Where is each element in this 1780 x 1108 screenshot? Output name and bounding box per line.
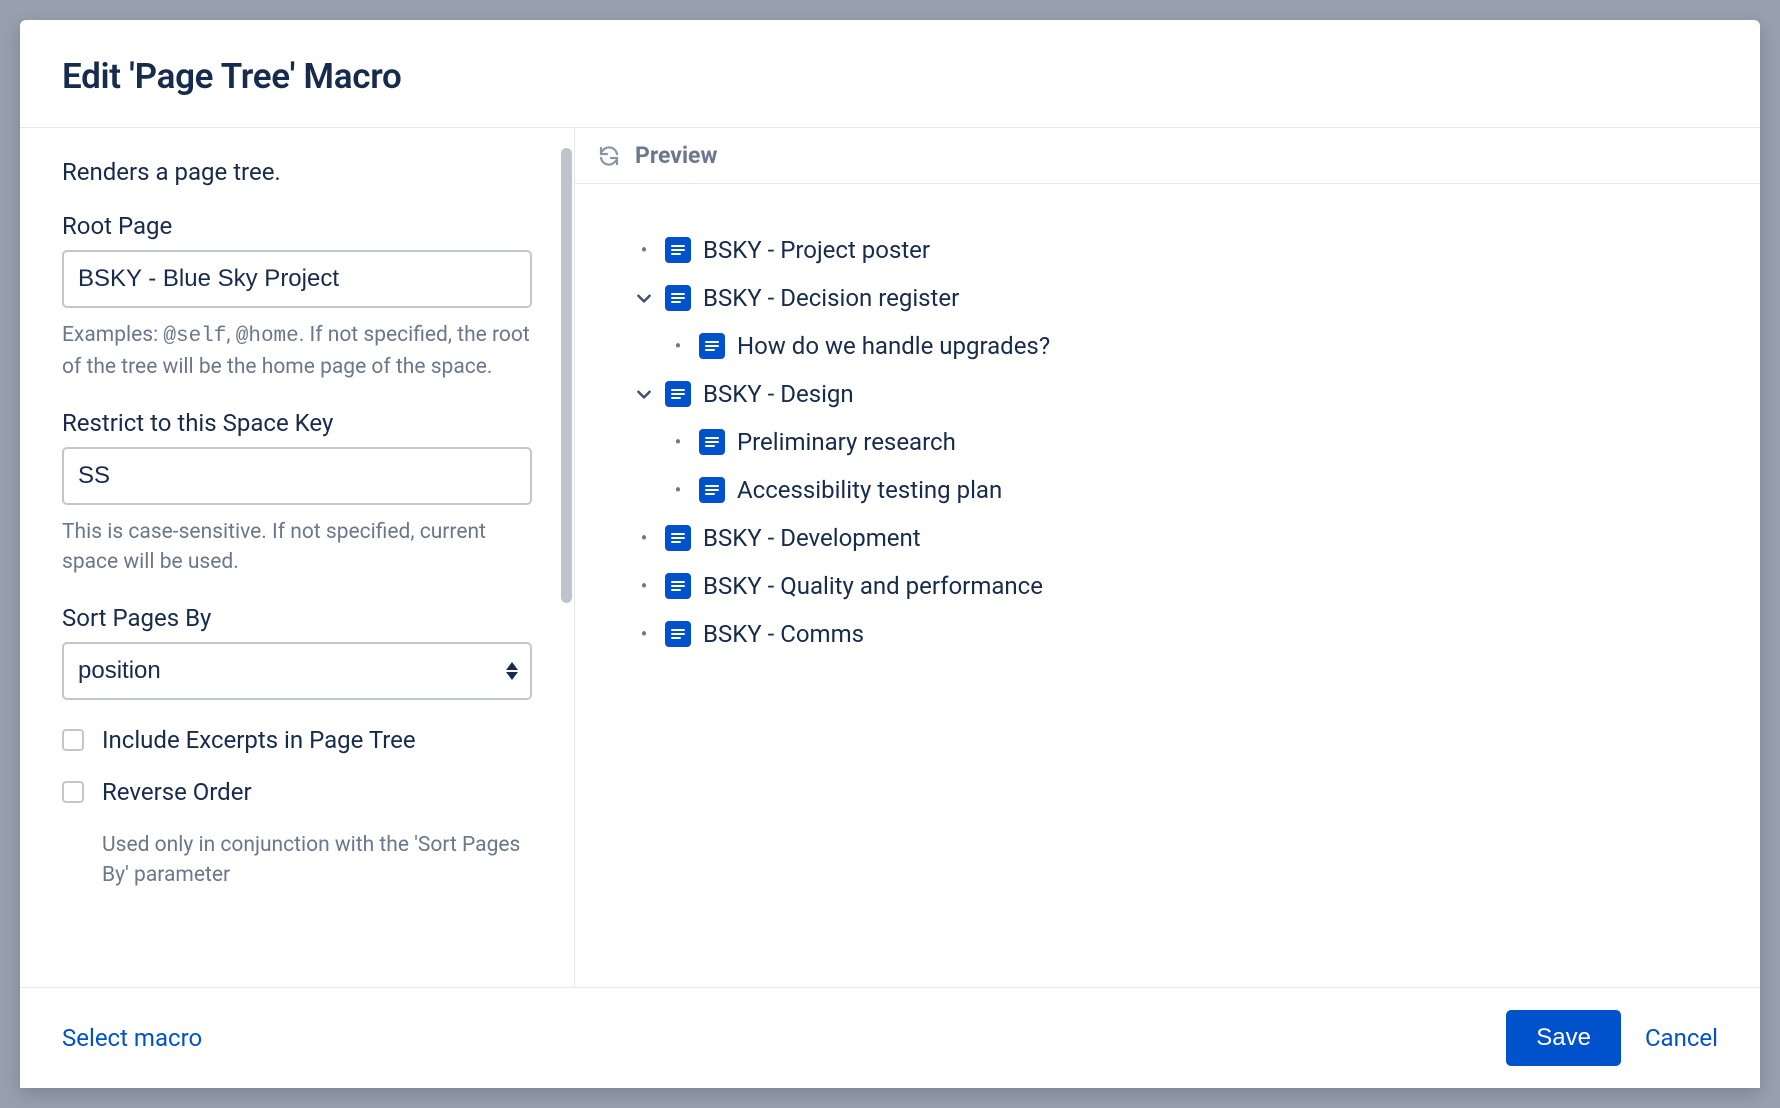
tree-item[interactable]: • BSKY - Project poster [635, 226, 1700, 274]
parameters-panel: Renders a page tree. Root Page Examples:… [20, 128, 575, 987]
bullet-icon: • [669, 334, 687, 358]
reverse-order-click[interactable]: Reverse Order [62, 778, 532, 806]
bullet-icon: • [669, 430, 687, 454]
root-page-help: Examples: @self, @home. If not specified… [62, 320, 532, 383]
sort-select[interactable]: position [62, 642, 532, 700]
dialog-header: Edit 'Page Tree' Macro [20, 20, 1760, 128]
refresh-icon[interactable] [597, 144, 621, 168]
tree-item[interactable]: • Accessibility testing plan [669, 466, 1700, 514]
include-excerpts-row[interactable]: Include Excerpts in Page Tree [62, 726, 532, 754]
macro-edit-dialog: Edit 'Page Tree' Macro Renders a page tr… [20, 20, 1760, 1088]
tree-item[interactable]: • How do we handle upgrades? [669, 322, 1700, 370]
dialog-body: Renders a page tree. Root Page Examples:… [20, 128, 1760, 987]
bullet-icon: • [635, 238, 653, 262]
bullet-icon: • [635, 622, 653, 646]
page-icon [665, 525, 691, 551]
tree-item[interactable]: • BSKY - Development [635, 514, 1700, 562]
page-icon [699, 429, 725, 455]
cancel-button[interactable]: Cancel [1645, 1024, 1718, 1052]
tree-item-label: BSKY - Comms [703, 620, 864, 648]
sort-label: Sort Pages By [62, 604, 532, 632]
page-icon [665, 285, 691, 311]
space-key-help: This is case-sensitive. If not specified… [62, 517, 532, 578]
page-icon [665, 237, 691, 263]
bullet-icon: • [669, 478, 687, 502]
save-button[interactable]: Save [1506, 1010, 1621, 1066]
preview-content: • BSKY - Project poster BSKY - Decision re… [575, 184, 1760, 987]
reverse-order-checkbox[interactable] [62, 781, 84, 803]
tree-children: • How do we handle upgrades? [669, 322, 1700, 370]
tree-item-label: BSKY - Project poster [703, 236, 930, 264]
tree-item-label: BSKY - Decision register [703, 284, 959, 312]
tree-item[interactable]: BSKY - Decision register [635, 274, 1700, 322]
bullet-icon: • [635, 526, 653, 550]
tree-item[interactable]: BSKY - Design [635, 370, 1700, 418]
dialog-title: Edit 'Page Tree' Macro [62, 56, 1718, 97]
space-key-label: Restrict to this Space Key [62, 409, 532, 437]
chevron-down-icon[interactable] [635, 289, 653, 307]
bullet-icon: • [635, 574, 653, 598]
chevron-down-icon[interactable] [635, 385, 653, 403]
tree-item-label: Accessibility testing plan [737, 476, 1002, 504]
macro-description: Renders a page tree. [62, 158, 532, 186]
select-macro-link[interactable]: Select macro [62, 1024, 202, 1052]
page-icon [665, 573, 691, 599]
dialog-footer: Select macro Save Cancel [20, 987, 1760, 1088]
sort-field: Sort Pages By position [62, 604, 532, 700]
tree-item[interactable]: • BSKY - Quality and performance [635, 562, 1700, 610]
page-icon [665, 381, 691, 407]
root-page-label: Root Page [62, 212, 532, 240]
page-icon [699, 477, 725, 503]
reverse-order-help: Used only in conjunction with the 'Sort … [102, 830, 522, 891]
space-key-input[interactable] [62, 447, 532, 505]
reverse-order-label: Reverse Order [102, 778, 252, 806]
tree-item[interactable]: • Preliminary research [669, 418, 1700, 466]
tree-item-label: BSKY - Development [703, 524, 921, 552]
include-excerpts-checkbox[interactable] [62, 729, 84, 751]
space-key-field: Restrict to this Space Key This is case-… [62, 409, 532, 578]
tree-item[interactable]: • BSKY - Comms [635, 610, 1700, 658]
tree-item-label: Preliminary research [737, 428, 956, 456]
include-excerpts-label: Include Excerpts in Page Tree [102, 726, 416, 754]
root-page-field: Root Page Examples: @self, @home. If not… [62, 212, 532, 383]
page-icon [665, 621, 691, 647]
tree-children: • Preliminary research • Accessibility test… [669, 418, 1700, 514]
preview-panel: Preview • BSKY - Project poster BSKY - Dec… [575, 128, 1760, 987]
tree-item-label: BSKY - Quality and performance [703, 572, 1043, 600]
root-page-input[interactable] [62, 250, 532, 308]
preview-header: Preview [575, 128, 1760, 184]
tree-item-label: How do we handle upgrades? [737, 332, 1050, 360]
tree-item-label: BSKY - Design [703, 380, 854, 408]
preview-title: Preview [635, 142, 717, 169]
page-tree: • BSKY - Project poster BSKY - Decision re… [635, 226, 1700, 658]
scrollbar[interactable] [561, 148, 572, 603]
page-icon [699, 333, 725, 359]
reverse-order-row: Reverse Order Used only in conjunction w… [62, 778, 532, 891]
